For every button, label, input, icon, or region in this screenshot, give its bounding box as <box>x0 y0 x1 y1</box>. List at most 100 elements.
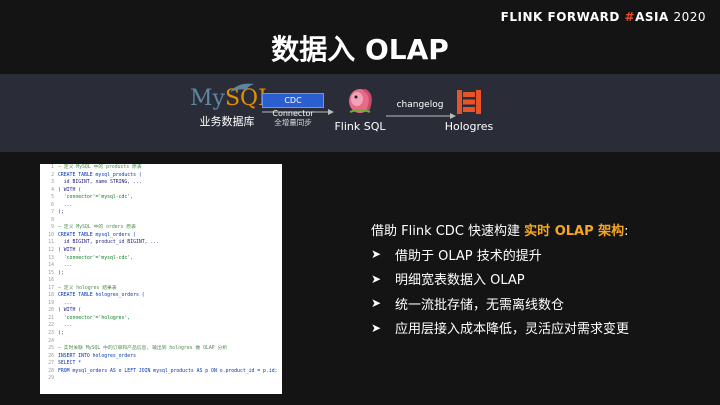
code-line: 22 ... <box>40 322 282 330</box>
code-line: 19 ... <box>40 300 282 308</box>
code-text: id BIGINT, product_id BIGINT, ... <box>58 240 160 246</box>
line-number: 5 <box>51 195 54 201</box>
line-number: 10 <box>48 232 54 238</box>
line-number: 25 <box>48 346 54 352</box>
brand-hash: # <box>624 10 636 24</box>
code-line: 18 CREATE TABLE hologres_orders ( <box>40 292 282 300</box>
code-line: 1 — 定义 MySQL 中的 products 原表 <box>40 164 282 172</box>
code-line: 5 'connector'='mysql-cdc', <box>40 194 282 202</box>
code-text: ) WITH ( <box>58 187 82 193</box>
code-text: ) WITH ( <box>58 248 82 254</box>
code-text: CREATE TABLE mysql_products ( <box>58 172 142 178</box>
code-line: 14 ... <box>40 262 282 270</box>
line-number: 6 <box>51 202 54 208</box>
cdc-connector-badge: CDC Connector <box>262 93 324 118</box>
code-text: INSERT INTO hologres_orders <box>58 353 136 359</box>
brand-part2: ASIA <box>635 10 669 24</box>
line-number: 17 <box>48 285 54 291</box>
bullet-text: 明细宽表数据入 OLAP <box>395 273 525 289</box>
bullet-arrow-icon: ➤ <box>371 320 382 335</box>
code-line: 13 'connector'='mysql-cdc', <box>40 255 282 263</box>
bullet-arrow-icon: ➤ <box>371 247 382 262</box>
flink-node: Flink SQL <box>330 84 390 133</box>
code-text: CREATE TABLE mysql_orders ( <box>58 232 136 238</box>
line-number: 23 <box>48 331 54 337</box>
code-line: 15); <box>40 270 282 278</box>
code-line: 6 ... <box>40 202 282 210</box>
code-text: 'connector'='hologres', <box>58 315 131 321</box>
line-number: 7 <box>51 210 54 216</box>
headline-text: 借助 Flink CDC 快速构建 实时 OLAP 架构: <box>371 220 629 239</box>
code-line: 24 <box>40 338 282 346</box>
line-number: 24 <box>48 338 54 344</box>
cdc-sub-label: 全增量同步 <box>274 118 312 127</box>
code-line: 25 — 实时关联 MySQL 中的订单和产品信息, 输出到 hologres 做… <box>40 345 282 353</box>
bullet-arrow-icon: ➤ <box>371 271 382 286</box>
code-line: 23); <box>40 330 282 338</box>
brand-logo: FLINK FORWARD #ASIA 2020 <box>501 10 706 24</box>
code-line: 12 ) WITH ( <box>40 247 282 255</box>
line-number: 27 <box>48 361 54 367</box>
code-line: 10 CREATE TABLE mysql_orders ( <box>40 232 282 240</box>
squirrel-icon <box>349 88 372 113</box>
line-number: 3 <box>51 180 54 186</box>
bullet-text: 借助于 OLAP 技术的提升 <box>395 248 542 264</box>
brand-year: 2020 <box>673 10 706 24</box>
code-line: 20) WITH ( <box>40 307 282 315</box>
bullet-item: ➤ 明细宽表数据入 OLAP <box>371 267 629 292</box>
headline-highlight: 实时 OLAP 架构 <box>524 224 625 239</box>
code-text: ... <box>58 263 73 269</box>
code-text: 'connector'='mysql-cdc', <box>58 195 134 201</box>
line-number: 28 <box>48 368 54 374</box>
code-text: SELECT * <box>58 361 82 367</box>
code-text: 'connector'='mysql-cdc', <box>58 255 134 261</box>
code-text: ); <box>58 270 64 276</box>
code-line: 9 — 定义 MySQL 中的 orders 原表 <box>40 224 282 232</box>
code-line: 2 CREATE TABLE mysql_products ( <box>40 172 282 180</box>
brand-part1: FLINK FORWARD <box>500 10 620 24</box>
code-text: — 定义 hologres 结果表 <box>58 285 117 291</box>
code-editor-panel: 1 — 定义 MySQL 中的 products 原表 2 CREATE TABLE … <box>40 164 282 394</box>
headline-prefix: 借助 Flink CDC 快速构建 <box>371 224 525 239</box>
code-text: — 定义 MySQL 中的 products 原表 <box>58 165 142 170</box>
mysql-node: MySQL 业务数据库 <box>190 83 273 129</box>
code-line: 29 <box>40 375 282 383</box>
bullet-item: ➤ 统一流批存储，无需离线数仓 <box>371 291 629 316</box>
flink-label: Flink SQL <box>334 120 386 133</box>
code-line: 17 — 定义 hologres 结果表 <box>40 285 282 293</box>
code-line: 27 SELECT * <box>40 360 282 368</box>
code-line: 11 id BIGINT, product_id BIGINT, ... <box>40 239 282 247</box>
line-number: 1 <box>51 165 54 170</box>
bullet-list: ➤ 借助于 OLAP 技术的提升 ➤ 明细宽表数据入 OLAP ➤ 统一流批存储，无需离线… <box>371 242 629 340</box>
code-text: ... <box>58 202 73 208</box>
code-line: 8 <box>40 217 282 225</box>
page-title: 数据入 OLAP <box>271 33 449 66</box>
bullet-item: ➤ 借助于 OLAP 技术的提升 <box>371 242 629 267</box>
code-text: ); <box>58 210 64 216</box>
line-number: 12 <box>48 248 54 254</box>
code-text: — 定义 MySQL 中的 orders 原表 <box>58 225 136 231</box>
code-line: 4 ) WITH ( <box>40 187 282 195</box>
code-text: ) WITH ( <box>58 308 82 314</box>
code-line: 21 'connector'='hologres', <box>40 315 282 323</box>
line-number: 8 <box>51 217 54 223</box>
code-text: ... <box>58 300 73 306</box>
line-number: 22 <box>48 323 54 329</box>
bullet-text: 应用层接入成本降低，灵活应对需求变更 <box>395 322 630 338</box>
bullet-item: ➤ 应用层接入成本降低，灵活应对需求变更 <box>371 316 629 341</box>
hologres-icon <box>457 90 481 114</box>
line-number: 13 <box>48 255 54 261</box>
code-text: FROM mysql_orders AS o LEFT JOIN mysql_p… <box>58 368 278 374</box>
line-number: 4 <box>51 187 54 193</box>
hologres-node: Hologres <box>438 88 500 133</box>
code-line: 7); <box>40 209 282 217</box>
line-number: 16 <box>48 278 54 284</box>
bullet-text: 统一流批存储，无需离线数仓 <box>395 297 565 313</box>
line-number: 2 <box>51 172 54 178</box>
code-line: 3 id BIGINT, name STRING, ... <box>40 179 282 187</box>
mysql-logo-my: My <box>190 86 225 111</box>
line-number: 15 <box>48 270 54 276</box>
hologres-label: Hologres <box>444 120 494 133</box>
headline-suffix: : <box>624 224 629 239</box>
line-number: 26 <box>48 353 54 359</box>
